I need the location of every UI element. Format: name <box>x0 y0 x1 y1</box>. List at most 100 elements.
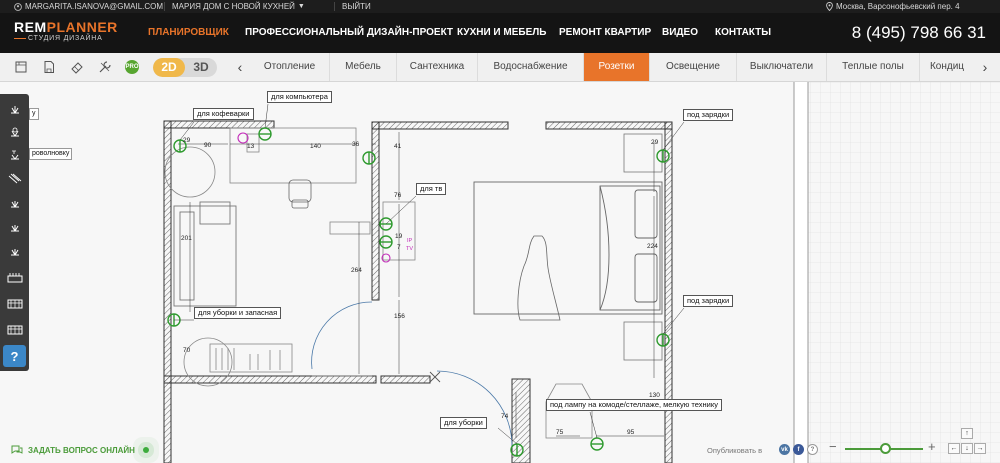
dim-156: 156 <box>394 313 405 320</box>
view-mode-toggle: 2D 3D <box>153 58 217 77</box>
socket-block-tool-1[interactable] <box>3 266 26 288</box>
facebook-share-button[interactable]: f <box>793 444 804 455</box>
socket-icon <box>10 106 19 114</box>
nav-kitchens[interactable]: КУХНИ И МЕБЕЛЬ <box>457 13 546 53</box>
logo-rem: REM <box>14 19 47 35</box>
nav-video[interactable]: ВИДЕО <box>662 13 698 53</box>
grid-area <box>808 82 1000 463</box>
dim-13: 13 <box>247 143 255 150</box>
nav-contacts[interactable]: КОНТАКТЫ <box>715 13 771 53</box>
label-cleaning-spare[interactable]: для уборки и запасная <box>194 307 282 319</box>
wrench-icon <box>99 61 111 73</box>
dim-224: 224 <box>647 243 658 250</box>
nav-design-project[interactable]: ПРОФЕССИОНАЛЬНЫЙ ДИЗАЙН-ПРОЕКТ <box>245 13 453 53</box>
dim-140: 140 <box>310 143 321 150</box>
pan-left-button[interactable]: ← <box>948 443 960 454</box>
tab-plumbing[interactable]: Сантехника <box>397 53 478 81</box>
palette-tooltip-2: роволновку <box>29 148 73 160</box>
nav-renovation[interactable]: РЕМОНТ КВАРТИР <box>559 13 651 53</box>
pan-down-button[interactable]: ↓ <box>961 443 973 454</box>
socket-tool-4[interactable] <box>3 168 26 190</box>
location-pin-icon <box>826 2 833 11</box>
label-charge-top[interactable]: под зарядки <box>683 109 734 121</box>
account-bar: MARGARITA.ISANOVA@GMAIL.COM МАРИЯ ДОМ С … <box>0 0 1000 13</box>
zoom-out-button[interactable]: − <box>829 439 837 454</box>
socket-block-tool-2[interactable] <box>3 292 26 314</box>
tab-lighting[interactable]: Освещение <box>650 53 737 81</box>
tabs-next-button[interactable]: › <box>978 58 992 77</box>
tab-switches[interactable]: Выключатели <box>737 53 827 81</box>
tv-code-ip: IP <box>407 238 413 244</box>
socket-block-tool-3[interactable] <box>3 318 26 340</box>
logo-rule <box>14 38 26 39</box>
eraser-button[interactable] <box>68 58 86 76</box>
socket-water-icon <box>10 127 19 137</box>
socket-block-icon <box>7 273 22 283</box>
zoom-control: − + <box>829 439 939 457</box>
dim-41: 41 <box>394 143 402 150</box>
tab-water-supply[interactable]: Водоснабжение <box>478 53 584 81</box>
tab-sockets[interactable]: Розетки <box>584 53 650 81</box>
logout-link[interactable]: ВЫЙТИ <box>342 0 371 13</box>
socket-icon-c <box>10 225 19 232</box>
mode-3d-button[interactable]: 3D <box>185 58 217 77</box>
account-email[interactable]: MARGARITA.ISANOVA@GMAIL.COM <box>14 0 163 13</box>
label-coffee[interactable]: для кофеварки <box>193 108 254 120</box>
share-help-button[interactable]: ? <box>807 444 818 455</box>
plan-canvas[interactable]: 29 90 13 140 36 41 29 76 224 201 264 19 … <box>0 82 1000 463</box>
socket-tool-6[interactable] <box>3 216 26 238</box>
dim-74: 74 <box>501 413 509 420</box>
tab-furniture[interactable]: Мебель <box>330 53 397 81</box>
socket-tool-5[interactable] <box>3 192 26 214</box>
tab-conditioners[interactable]: Кондиц <box>920 53 974 81</box>
socket-tool-1[interactable] <box>3 98 26 120</box>
tv-code-tv: TV <box>406 246 413 252</box>
dim-76: 76 <box>394 192 402 199</box>
dim-264: 264 <box>351 267 362 274</box>
help-button[interactable]: ? <box>3 345 26 367</box>
project-selector[interactable]: МАРИЯ ДОМ С НОВОЙ КУХНЕЙ ▼ <box>172 0 305 13</box>
socket-tb-icon <box>10 150 19 160</box>
label-computer[interactable]: для компьютера <box>267 91 332 103</box>
chat-icon <box>11 445 23 454</box>
divider <box>164 2 165 11</box>
planner-app: { "account": { "email": "MARGARITA.ISANO… <box>0 0 1000 463</box>
ask-question-text: ЗАДАТЬ ВОПРОС ОНЛАЙН <box>28 445 135 455</box>
pan-up-button[interactable]: ↑ <box>961 428 973 439</box>
socket-tool-7[interactable] <box>3 240 26 262</box>
floor-plan[interactable]: 29 90 13 140 36 41 29 76 224 201 264 19 … <box>0 82 1000 463</box>
label-lamp[interactable]: под лампу на комоде/стеллаже, мелкую тех… <box>546 399 722 411</box>
eraser-icon <box>71 62 83 74</box>
address: Москва, Варсонофьевский пер. 4 <box>826 0 960 13</box>
save-button[interactable] <box>40 58 58 76</box>
label-charge-bottom[interactable]: под зарядки <box>683 295 734 307</box>
label-cleaning[interactable]: для уборки <box>440 417 487 429</box>
tab-heating[interactable]: Отопление <box>250 53 330 81</box>
online-status-dot <box>142 447 149 453</box>
pan-right-button[interactable]: → <box>974 443 986 454</box>
tab-warm-floors[interactable]: Теплые полы <box>827 53 920 81</box>
tools-button[interactable] <box>96 58 114 76</box>
label-tv[interactable]: для тв <box>416 183 447 195</box>
new-project-button[interactable] <box>12 58 30 76</box>
palette-tooltip-1: у <box>29 108 39 120</box>
ask-question-button[interactable]: ЗАДАТЬ ВОПРОС ОНЛАЙН <box>10 443 149 457</box>
toolbar: PRO 2D 3D ‹ Отопление Мебель Сантехника … <box>0 53 1000 82</box>
dim-29a: 29 <box>183 137 191 144</box>
vk-share-button[interactable]: vk <box>779 444 790 455</box>
dim-201: 201 <box>181 235 192 242</box>
pro-badge[interactable]: PRO <box>125 60 139 74</box>
mode-2d-button[interactable]: 2D <box>153 58 185 77</box>
dim-29b: 29 <box>651 139 659 146</box>
zoom-in-button[interactable]: + <box>928 439 936 454</box>
socket-tool-2[interactable] <box>3 121 26 143</box>
logout-text: ВЫЙТИ <box>342 2 371 11</box>
logo[interactable]: REMPLANNER <box>14 20 118 34</box>
email-text: MARGARITA.ISANOVA@GMAIL.COM <box>25 2 164 11</box>
logo-planner: PLANNER <box>46 19 118 35</box>
nav-planner[interactable]: ПЛАНИРОВЩИК <box>148 13 229 53</box>
zoom-thumb[interactable] <box>880 443 892 454</box>
socket-icon-d <box>10 249 19 256</box>
tabs-prev-button[interactable]: ‹ <box>233 58 247 77</box>
socket-tool-3[interactable] <box>3 144 26 166</box>
